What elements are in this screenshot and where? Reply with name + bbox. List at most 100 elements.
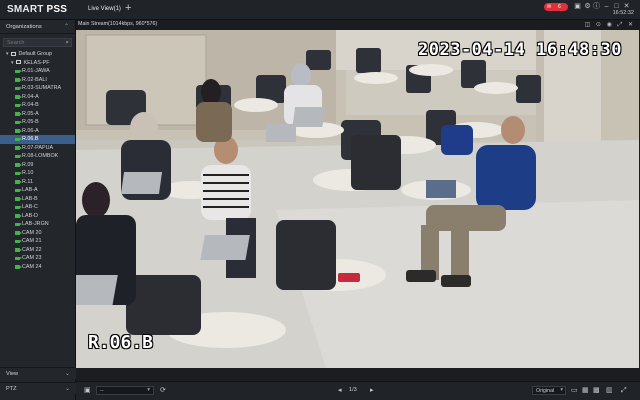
tree-channel-item[interactable]: LAB-D: [0, 212, 75, 221]
tree-channel-item[interactable]: R.04-A: [0, 93, 75, 102]
channel-label: CAM 21: [22, 238, 42, 244]
minimize-icon[interactable]: –: [603, 3, 610, 10]
tree-channel-item[interactable]: R.06.B: [0, 135, 75, 144]
layout-custom-icon[interactable]: ▥: [606, 387, 613, 394]
refresh-icon[interactable]: ⟳: [160, 387, 166, 394]
tree-channel-item[interactable]: LAB-A: [0, 186, 75, 195]
expand-icon: ▼: [10, 59, 15, 65]
camera-icon: [15, 248, 22, 252]
save-view-icon[interactable]: ▣: [84, 387, 91, 394]
tree-root[interactable]: ▼ Default Group: [0, 50, 75, 59]
maximize-icon[interactable]: □: [613, 3, 620, 10]
folder-icon: [11, 51, 17, 56]
channel-label: R.11: [22, 178, 33, 185]
search-input[interactable]: [4, 39, 71, 46]
aspect-ratio-select[interactable]: Original ▾: [532, 386, 566, 395]
channel-label: R.05-B: [22, 119, 39, 125]
tree-channel-item[interactable]: R.06-A: [0, 127, 75, 136]
organizations-title: Organizations: [6, 24, 42, 30]
view-label: View: [6, 371, 19, 377]
channel-label: R.09: [22, 161, 34, 168]
tree-channel-item[interactable]: CAM 22: [0, 246, 75, 255]
tree-channel-item[interactable]: CAM 23: [0, 254, 75, 263]
camera-icon: [15, 112, 22, 116]
channel-label: CAM 22: [22, 246, 42, 253]
info-icon[interactable]: ⓘ: [593, 3, 600, 10]
camera-icon: [15, 256, 22, 260]
tree-channel-item[interactable]: R.04-B: [0, 101, 75, 110]
tree-group-label: KELAS-PF: [23, 59, 50, 66]
tree-channel-item[interactable]: R.10: [0, 169, 75, 178]
channel-label: LAB-A: [22, 187, 38, 193]
page-indicator: 1/3: [349, 387, 357, 393]
settings-icon[interactable]: ⚙: [584, 3, 591, 10]
channel-label: R.03-SUMATRA: [22, 85, 62, 91]
camera-icon: [15, 188, 22, 192]
title-bar: SMART PSS Live View(1) + ✉ 6 ▣ ⚙ ⓘ – □ ✕…: [0, 0, 640, 20]
close-icon[interactable]: ✕: [623, 3, 630, 10]
channel-label: LAB-C: [22, 204, 38, 210]
tree-channel-item[interactable]: LAB-JRGN: [0, 220, 75, 229]
tree-channel-item[interactable]: CAM 24: [0, 263, 75, 272]
tree-channel-item[interactable]: R.02-BALI: [0, 76, 75, 85]
channel-label: CAM 20: [22, 229, 42, 236]
tree-channel-item[interactable]: LAB-B: [0, 195, 75, 204]
camera-icon: [15, 163, 22, 167]
layout-4-icon[interactable]: ▦: [582, 387, 589, 394]
channel-label: R.07-PAPUA: [22, 144, 54, 151]
tree-channel-item[interactable]: CAM 20: [0, 229, 75, 238]
tree-channel-item[interactable]: R.05-A: [0, 110, 75, 119]
tree-channel-item[interactable]: LAB-C: [0, 203, 75, 212]
channel-label: R.06-A: [22, 127, 39, 134]
channel-label: R.02-BALI: [22, 76, 47, 83]
channel-label: LAB-JRGN: [22, 221, 49, 227]
search-icon[interactable]: ⌕: [65, 39, 69, 47]
layout-1-icon[interactable]: ▭: [571, 387, 578, 394]
tree-channel-item[interactable]: R.09: [0, 161, 75, 170]
tree-channel-item[interactable]: R.01-JAWA: [0, 67, 75, 76]
add-tab-button[interactable]: +: [125, 3, 131, 14]
camera-icon: [15, 154, 22, 158]
organizations-header[interactable]: Organizations ⌃: [0, 20, 75, 34]
tree-group[interactable]: ▼ KELAS-PF: [0, 59, 75, 68]
bottom-toolbar: ▣ -- ▾ ⟳ ◂ 1/3 ▸ Original ▾ ▭ ▦ ▩ ▥ ⤢: [76, 381, 640, 400]
alarm-indicator[interactable]: ✉ 6: [544, 3, 568, 11]
view-section[interactable]: View ⌄: [0, 367, 76, 379]
clock: 16:52:32: [612, 10, 634, 16]
camera-icon: [15, 137, 22, 141]
tree-root-label: Default Group: [18, 51, 53, 57]
osd-timestamp: 2023-04-14 16:48:30: [418, 40, 622, 60]
fullscreen-icon[interactable]: ⤢: [621, 387, 627, 394]
layout-16-icon[interactable]: ▩: [593, 387, 600, 394]
channel-label: R.08-LOMBOK: [22, 153, 59, 159]
next-page-icon[interactable]: ▸: [370, 387, 374, 394]
ptz-section[interactable]: PTZ ⌄: [0, 382, 76, 394]
camera-feed-image: [76, 30, 639, 368]
tree-channel-item[interactable]: R.03-SUMATRA: [0, 84, 75, 93]
camera-icon: [15, 171, 22, 175]
chevron-down-icon: ⌄: [64, 371, 70, 377]
tree-channel-item[interactable]: R.11: [0, 178, 75, 187]
tab-live-view[interactable]: Live View(1): [84, 0, 125, 20]
channel-label: R.01-JAWA: [22, 68, 50, 74]
prev-page-icon[interactable]: ◂: [338, 387, 342, 394]
camera-icon: [15, 78, 22, 82]
lock-icon[interactable]: ▣: [574, 3, 581, 10]
view-select[interactable]: -- ▾: [96, 386, 154, 395]
tree-channel-item[interactable]: R.07-PAPUA: [0, 144, 75, 153]
tree-channel-item[interactable]: R.05-B: [0, 118, 75, 127]
chevron-up-icon: ⌃: [63, 24, 69, 30]
channel-label: CAM 23: [22, 255, 42, 261]
video-window[interactable]: 2023-04-14 16:48:30 R.06.B: [76, 30, 639, 368]
search-box[interactable]: ⌕: [3, 38, 72, 47]
ptz-label: PTZ: [6, 386, 17, 392]
tree-channel-item[interactable]: CAM 21: [0, 237, 75, 246]
video-controls[interactable]: ◫ ⊙ ◉ ⤢ ✕: [585, 21, 635, 29]
camera-icon: [15, 231, 22, 235]
channel-label: LAB-D: [22, 212, 38, 219]
camera-icon: [15, 120, 22, 124]
osd-channel-name: R.06.B: [88, 332, 154, 353]
camera-icon: [15, 214, 22, 218]
camera-icon: [15, 129, 22, 133]
tree-channel-item[interactable]: R.08-LOMBOK: [0, 152, 75, 161]
